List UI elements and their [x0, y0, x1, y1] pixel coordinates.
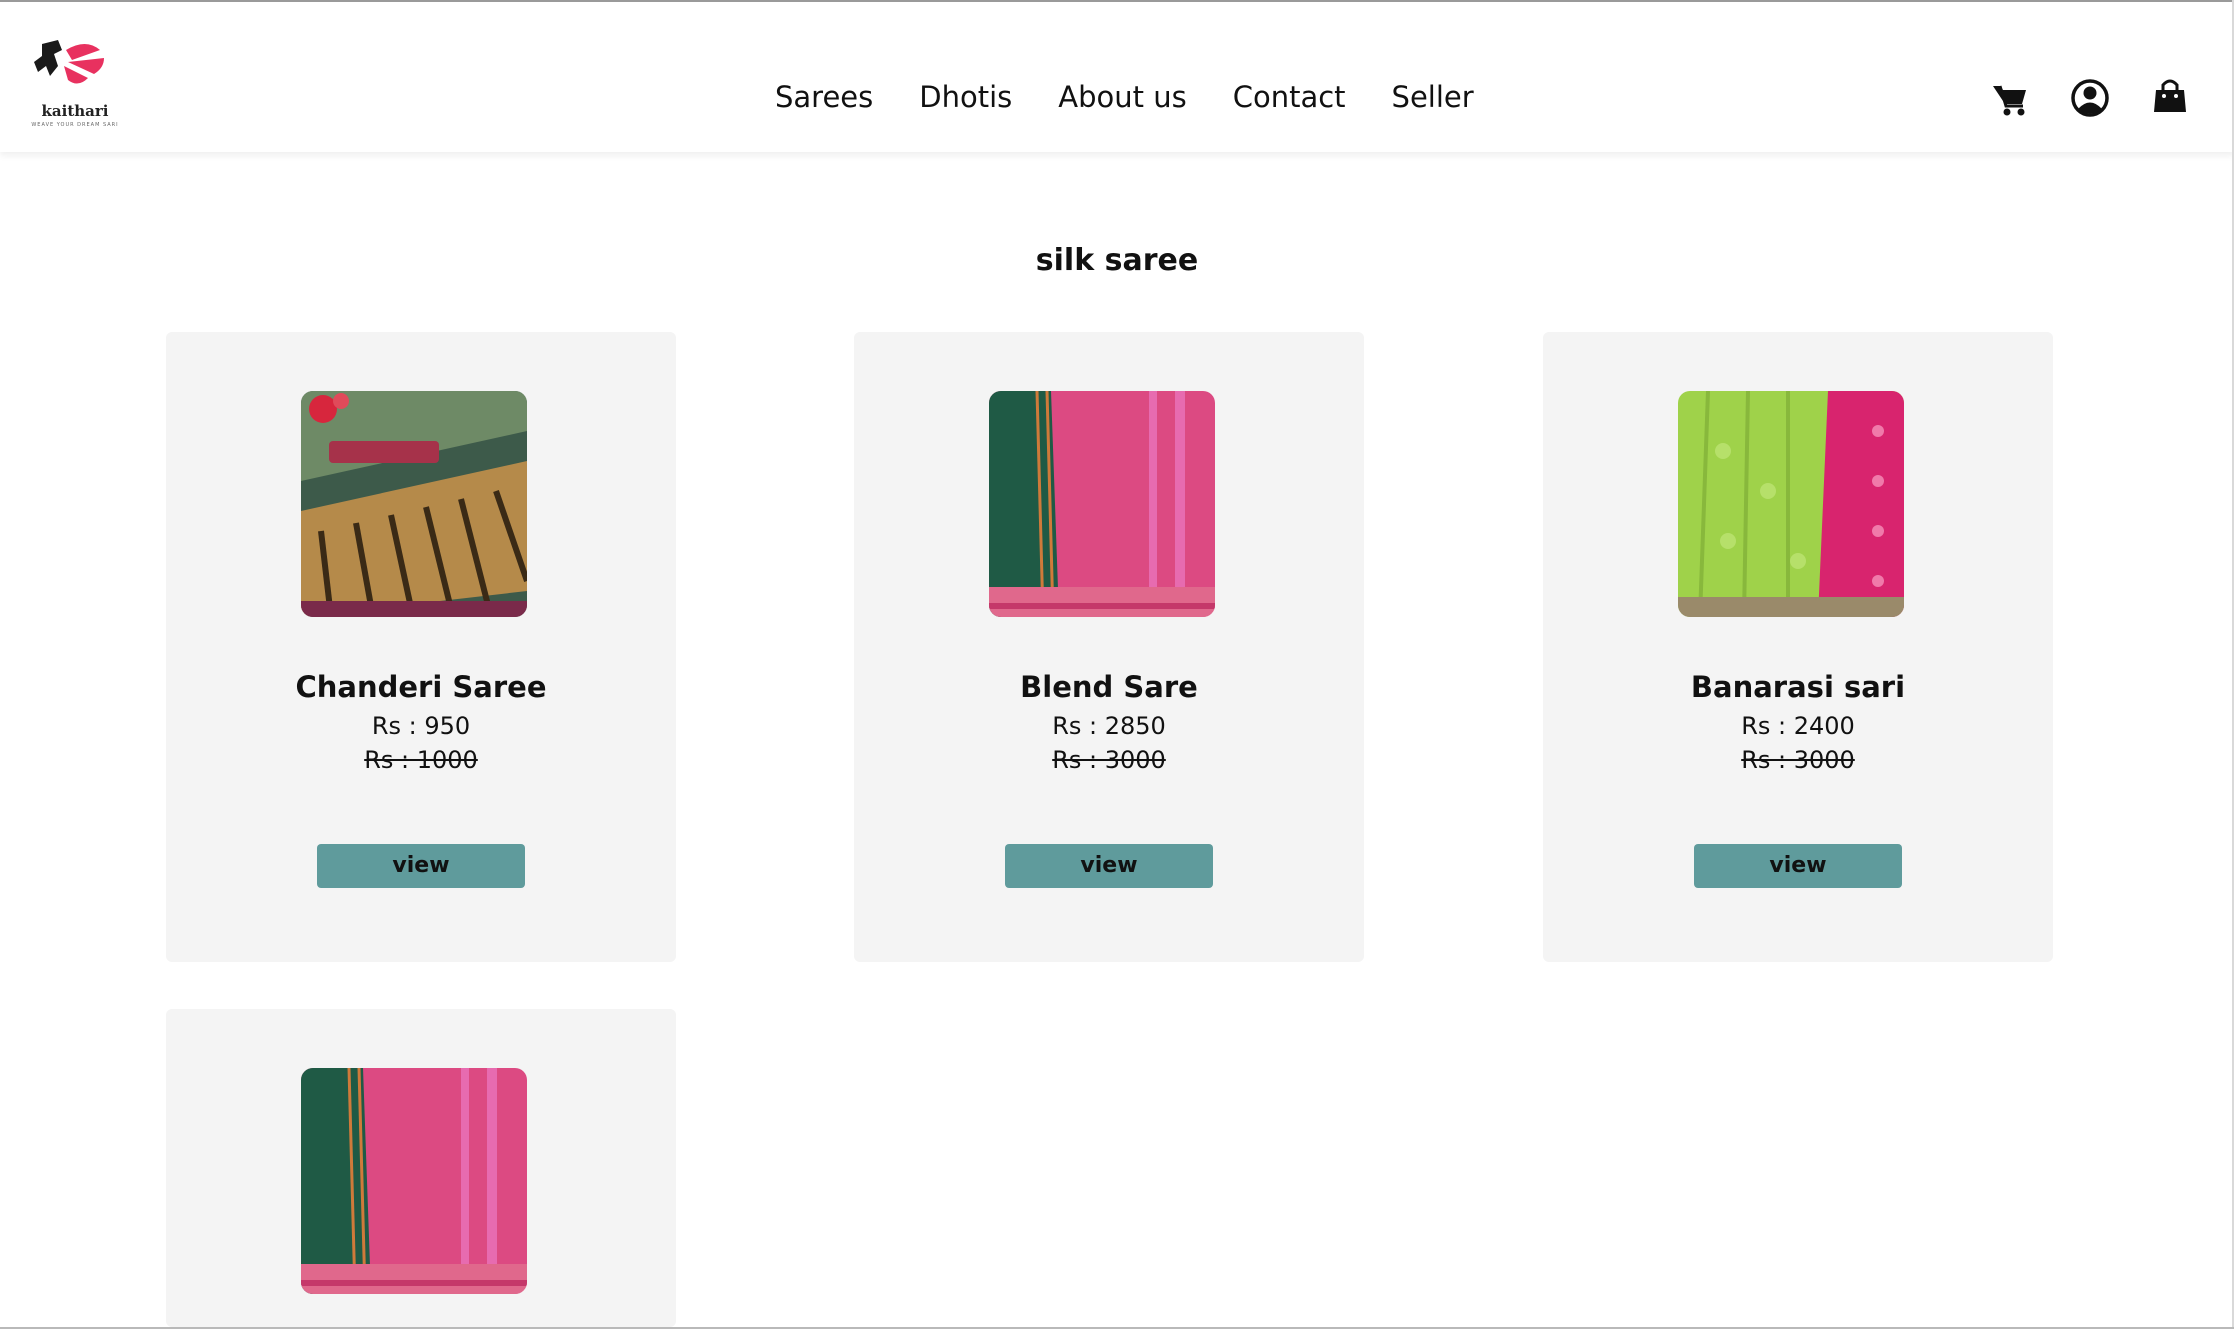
- section-title: silk saree: [1035, 243, 1199, 278]
- product-image[interactable]: [301, 391, 527, 617]
- main-nav: Sarees Dhotis About us Contact Seller: [775, 77, 1474, 117]
- product-image[interactable]: [989, 391, 1215, 617]
- nav-contact[interactable]: Contact: [1233, 77, 1346, 117]
- view-button[interactable]: view: [1005, 844, 1213, 888]
- product-name: Chanderi Saree: [295, 670, 547, 704]
- nav-sarees[interactable]: Sarees: [775, 77, 873, 117]
- product-price: Rs : 2400: [1741, 712, 1855, 740]
- product-old-price: Rs : 3000: [1052, 746, 1166, 774]
- nav-about-us[interactable]: About us: [1058, 77, 1186, 117]
- product-price: Rs : 950: [371, 712, 471, 740]
- user-account-icon[interactable]: [2070, 78, 2110, 118]
- cart-icon[interactable]: [1990, 80, 2030, 120]
- view-button[interactable]: view: [1694, 844, 1902, 888]
- shopping-bag-icon[interactable]: [2150, 76, 2190, 116]
- site-header: kaithari WEAVE YOUR DREAM SARI Sarees Dh…: [0, 2, 2234, 152]
- product-card: Chanderi Saree Rs : 950 Rs : 1000 view: [166, 332, 676, 962]
- view-button[interactable]: view: [317, 844, 525, 888]
- product-name: Banarasi sari: [1690, 670, 1906, 704]
- product-image[interactable]: [1678, 391, 1904, 617]
- brand-logo[interactable]: kaithari WEAVE YOUR DREAM SARI: [28, 36, 128, 136]
- nav-dhotis[interactable]: Dhotis: [919, 77, 1012, 117]
- product-card: Banarasi sari Rs : 2400 Rs : 3000 view: [1543, 332, 2053, 962]
- logo-mark-icon: [34, 40, 104, 84]
- product-card: Blend Sare Rs : 2850 Rs : 3000 view: [854, 332, 1364, 962]
- product-old-price: Rs : 1000: [364, 746, 478, 774]
- product-card: [166, 1009, 676, 1327]
- product-old-price: Rs : 3000: [1741, 746, 1855, 774]
- brand-name: kaithari: [41, 102, 109, 120]
- brand-tagline: WEAVE YOUR DREAM SARI: [31, 122, 119, 128]
- product-price: Rs : 2850: [1052, 712, 1166, 740]
- product-name: Blend Sare: [1020, 670, 1198, 704]
- product-image[interactable]: [301, 1068, 527, 1294]
- nav-seller[interactable]: Seller: [1392, 77, 1474, 117]
